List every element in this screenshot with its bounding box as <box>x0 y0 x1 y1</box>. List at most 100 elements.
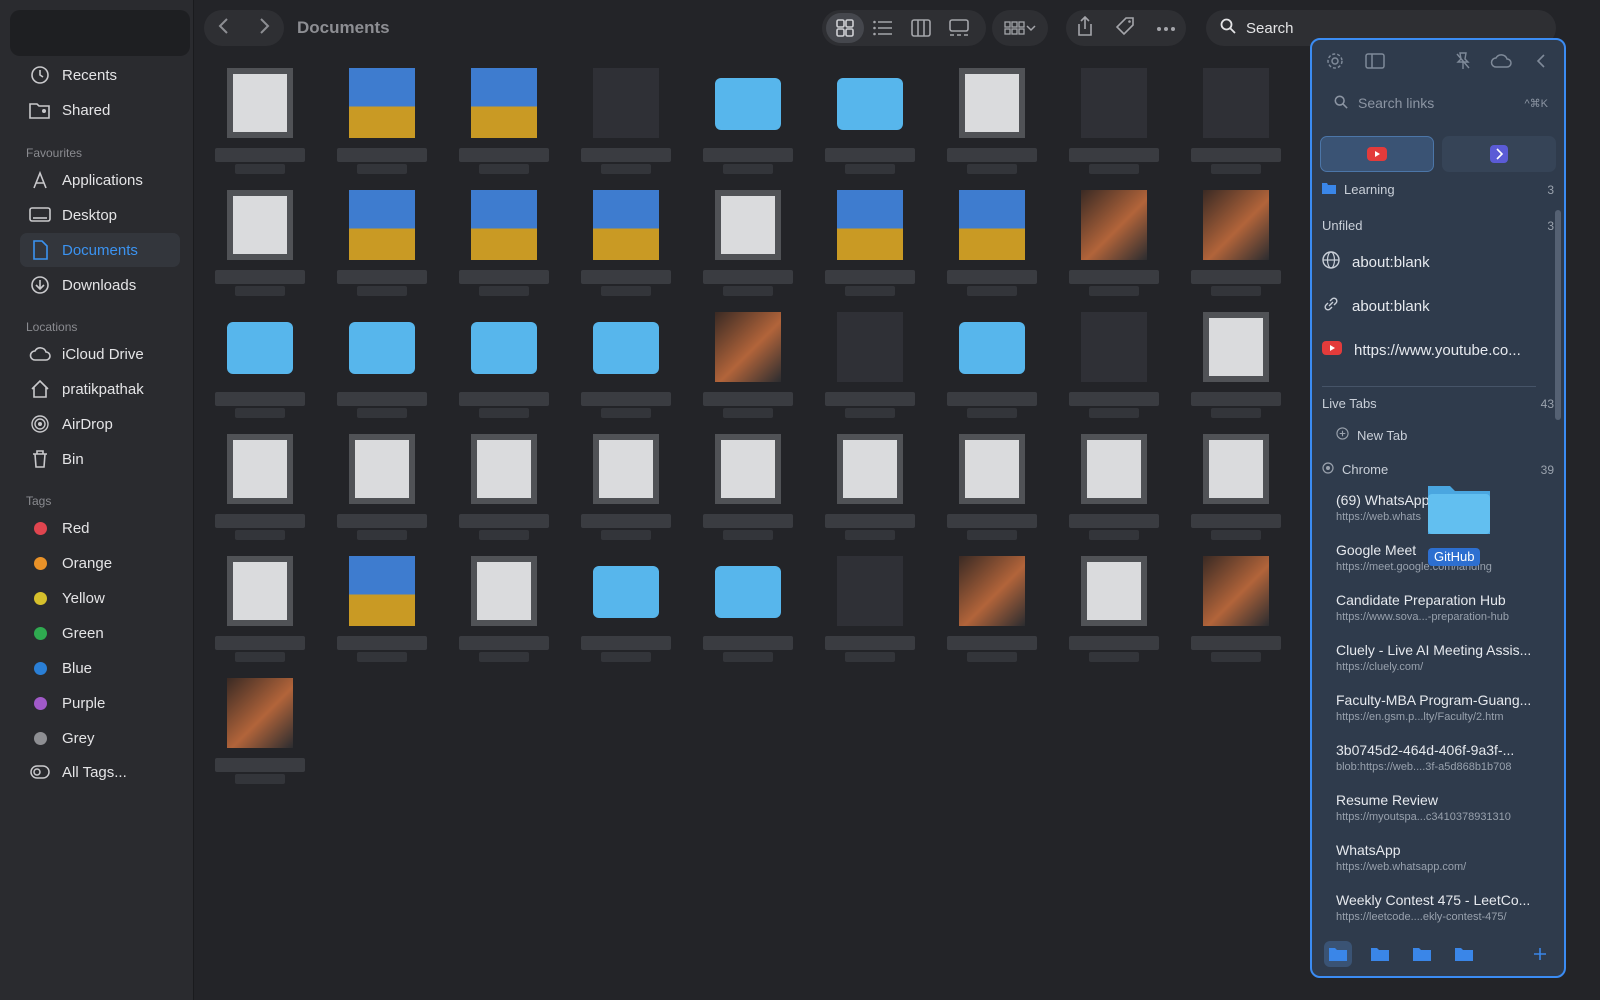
sidebar-item-bin[interactable]: Bin <box>20 442 180 476</box>
file-item[interactable] <box>327 304 437 424</box>
file-item[interactable] <box>1059 548 1169 668</box>
file-item[interactable] <box>205 426 315 546</box>
file-item[interactable] <box>571 182 681 302</box>
file-item[interactable] <box>1181 304 1291 424</box>
chrome-tab-item[interactable]: Cluely - Live AI Meeting Assis... https:/… <box>1336 642 1546 673</box>
link-item[interactable]: about:blank <box>1322 286 1554 326</box>
file-item[interactable] <box>693 426 803 546</box>
sidebar-tag-blue[interactable]: Blue <box>20 651 180 685</box>
file-item[interactable] <box>693 182 803 302</box>
file-item[interactable] <box>815 548 925 668</box>
file-item[interactable] <box>1181 182 1291 302</box>
file-item[interactable] <box>449 60 559 180</box>
folder-button[interactable] <box>1450 941 1478 967</box>
gallery-view-button[interactable] <box>940 13 978 43</box>
sidebar-toggle-icon[interactable] <box>1364 50 1386 72</box>
file-item[interactable] <box>937 304 1047 424</box>
file-item[interactable] <box>937 182 1047 302</box>
file-item[interactable] <box>205 182 315 302</box>
sidebar-tag-grey[interactable]: Grey <box>20 721 180 755</box>
list-view-button[interactable] <box>864 13 902 43</box>
file-item[interactable] <box>815 304 925 424</box>
app-tab[interactable] <box>1442 136 1556 172</box>
group-by-button[interactable] <box>992 10 1048 46</box>
chrome-tab-item[interactable]: 3b0745d2-464d-406f-9a3f-... blob:https://… <box>1336 742 1546 773</box>
sidebar-item-documents[interactable]: Documents <box>20 233 180 267</box>
sidebar-tag-red[interactable]: Red <box>20 511 180 545</box>
folder-button[interactable] <box>1366 941 1394 967</box>
sidebar-item-shared[interactable]: Shared <box>20 93 180 127</box>
share-button[interactable] <box>1076 15 1094 41</box>
file-item[interactable] <box>815 426 925 546</box>
file-item[interactable] <box>1059 60 1169 180</box>
file-item[interactable] <box>693 304 803 424</box>
file-item[interactable] <box>205 304 315 424</box>
file-item[interactable] <box>571 548 681 668</box>
chrome-tab-item[interactable]: Weekly Contest 475 - LeetCo... https://le… <box>1336 892 1546 923</box>
file-item[interactable] <box>449 548 559 668</box>
more-button[interactable] <box>1156 19 1176 37</box>
chrome-tab-item[interactable]: Faculty-MBA Program-Guang... https://en.g… <box>1336 692 1546 723</box>
file-item[interactable] <box>571 426 681 546</box>
collapse-chevron-icon[interactable] <box>1530 50 1552 72</box>
file-item[interactable] <box>1181 548 1291 668</box>
link-item[interactable]: about:blank <box>1322 242 1554 282</box>
add-folder-button[interactable] <box>1526 941 1554 967</box>
file-item[interactable] <box>693 548 803 668</box>
file-item[interactable] <box>1059 426 1169 546</box>
folder-learning[interactable]: Learning 3 <box>1322 182 1554 197</box>
chrome-tab-item[interactable]: WhatsApp https://web.whatsapp.com/ <box>1336 842 1546 873</box>
file-item[interactable] <box>693 60 803 180</box>
sidebar-tag-yellow[interactable]: Yellow <box>20 581 180 615</box>
file-item[interactable] <box>327 548 437 668</box>
panel-scrollbar[interactable] <box>1555 210 1561 420</box>
links-search-input[interactable]: Search links ^⌘K <box>1322 88 1558 118</box>
file-item[interactable] <box>449 426 559 546</box>
file-item[interactable] <box>327 426 437 546</box>
file-item[interactable] <box>327 60 437 180</box>
file-item[interactable] <box>205 548 315 668</box>
file-item[interactable] <box>815 60 925 180</box>
sidebar-item-recents[interactable]: Recents <box>20 58 180 92</box>
file-item[interactable] <box>937 426 1047 546</box>
chrome-tab-item[interactable]: Resume Review https://myoutspa...c3410378… <box>1336 792 1546 823</box>
forward-button[interactable] <box>258 17 270 40</box>
file-item[interactable] <box>205 60 315 180</box>
file-item[interactable] <box>449 304 559 424</box>
new-tab-button[interactable]: New Tab <box>1336 427 1564 443</box>
folder-button[interactable] <box>1324 941 1352 967</box>
back-button[interactable] <box>218 17 230 40</box>
sidebar-tag-purple[interactable]: Purple <box>20 686 180 720</box>
section-chrome[interactable]: Chrome 39 <box>1322 462 1554 477</box>
youtube-tab[interactable] <box>1320 136 1434 172</box>
file-item[interactable] <box>449 182 559 302</box>
settings-gear-icon[interactable] <box>1324 50 1346 72</box>
link-item[interactable]: https://www.youtube.co... <box>1322 330 1554 370</box>
file-item[interactable] <box>937 548 1047 668</box>
file-item[interactable] <box>1181 60 1291 180</box>
file-item[interactable] <box>205 670 315 790</box>
file-item[interactable] <box>571 60 681 180</box>
tag-button[interactable] <box>1115 16 1135 41</box>
sidebar-item-downloads[interactable]: Downloads <box>20 268 180 302</box>
chrome-tab-item[interactable]: Candidate Preparation Hub https://www.sov… <box>1336 592 1546 623</box>
icon-view-button[interactable] <box>826 13 864 43</box>
file-item[interactable] <box>937 60 1047 180</box>
sidebar-tag-orange[interactable]: Orange <box>20 546 180 580</box>
sidebar-item-applications[interactable]: Applications <box>20 163 180 197</box>
column-view-button[interactable] <box>902 13 940 43</box>
pin-icon[interactable] <box>1452 50 1474 72</box>
sidebar-item-all-tags[interactable]: All Tags... <box>20 755 180 789</box>
file-item[interactable] <box>815 182 925 302</box>
file-item[interactable] <box>1181 426 1291 546</box>
sidebar-item-home[interactable]: pratikpathak <box>20 372 180 406</box>
file-item[interactable] <box>1059 304 1169 424</box>
file-item[interactable] <box>327 182 437 302</box>
sidebar-item-desktop[interactable]: Desktop <box>20 198 180 232</box>
sidebar-item-icloud[interactable]: iCloud Drive <box>20 337 180 371</box>
file-item[interactable] <box>1059 182 1169 302</box>
cloud-sync-icon[interactable] <box>1490 50 1512 72</box>
file-item[interactable] <box>571 304 681 424</box>
dragged-folder-icon[interactable] <box>1426 480 1492 536</box>
sidebar-item-airdrop[interactable]: AirDrop <box>20 407 180 441</box>
